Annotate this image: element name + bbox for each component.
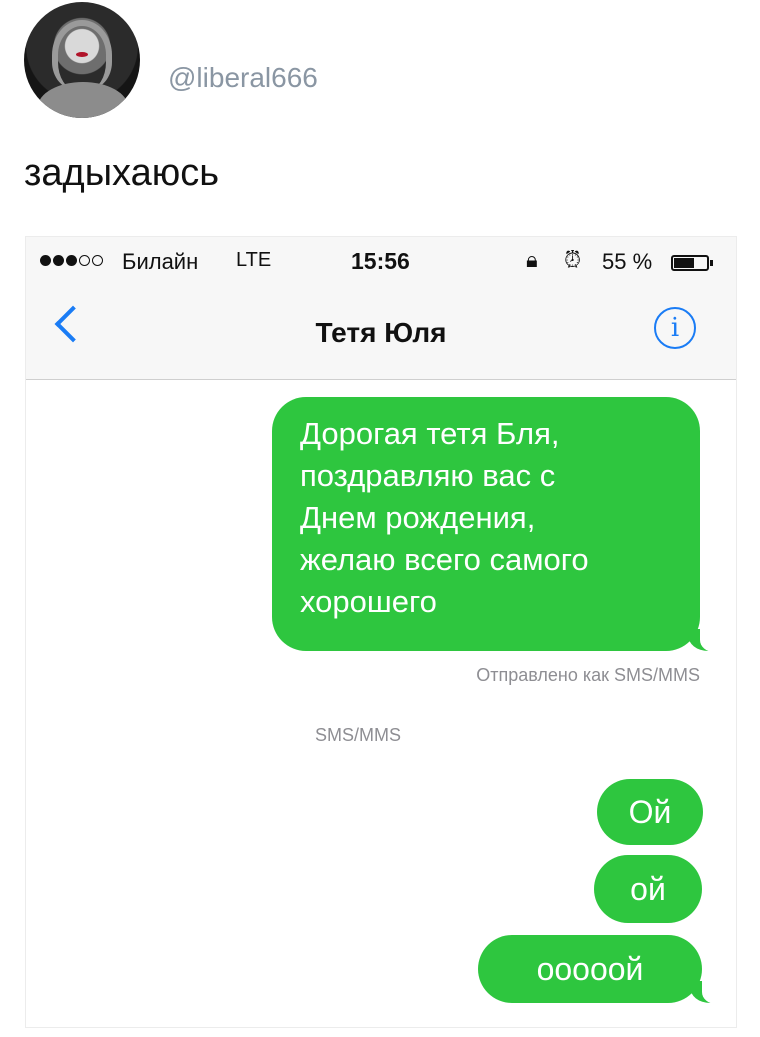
alarm-icon: ⏰︎ [564, 247, 582, 272]
username-handle[interactable]: @liberal666 [168, 62, 318, 94]
network-type: LTE [236, 249, 272, 271]
message-line: поздравляю вас с [300, 458, 556, 493]
post-text: задыхаюсь [24, 152, 220, 194]
message-bubble-sent[interactable]: Ой [597, 779, 703, 845]
avatar-lips [76, 52, 88, 57]
battery-icon [671, 255, 713, 271]
message-bubble-sent[interactable]: ооооой [478, 935, 724, 1004]
message-line: желаю всего самого [300, 542, 589, 577]
signal-dot-empty [92, 255, 103, 266]
profile-avatar[interactable] [24, 2, 140, 118]
message-line: Дорогая тетя Бля, [300, 416, 560, 451]
status-bar: Билайн LTE 15:56 🔒︎ ⏰︎ 55 % [26, 237, 736, 283]
message-line: хорошего [300, 584, 437, 619]
contact-name[interactable]: Тетя Юля [26, 317, 736, 349]
avatar-shoulders [38, 82, 128, 118]
conversation-header: Тетя Юля i [26, 283, 736, 380]
embedded-screenshot: Билайн LTE 15:56 🔒︎ ⏰︎ 55 % Тетя Юля i Д… [25, 236, 737, 1028]
service-divider: SMS/MMS [315, 725, 402, 745]
message-bubble-sent[interactable]: ой [594, 855, 702, 923]
status-time: 15:56 [351, 248, 410, 274]
signal-dot [53, 255, 64, 266]
delivery-status: Отправлено как SMS/MMS [476, 665, 700, 685]
signal-dot [66, 255, 77, 266]
message-bubble-sent[interactable]: Дорогая тетя Бля, поздравляю вас с Днем … [272, 397, 722, 652]
carrier-name: Билайн [122, 249, 199, 274]
message-line: Днем рождения, [300, 500, 536, 535]
signal-dot [40, 255, 51, 266]
signal-strength-icon [40, 255, 103, 266]
signal-dot-empty [79, 255, 90, 266]
rotation-lock-icon: 🔒︎ [526, 247, 538, 272]
info-icon[interactable]: i [654, 307, 696, 349]
battery-percent: 55 % [602, 249, 653, 274]
